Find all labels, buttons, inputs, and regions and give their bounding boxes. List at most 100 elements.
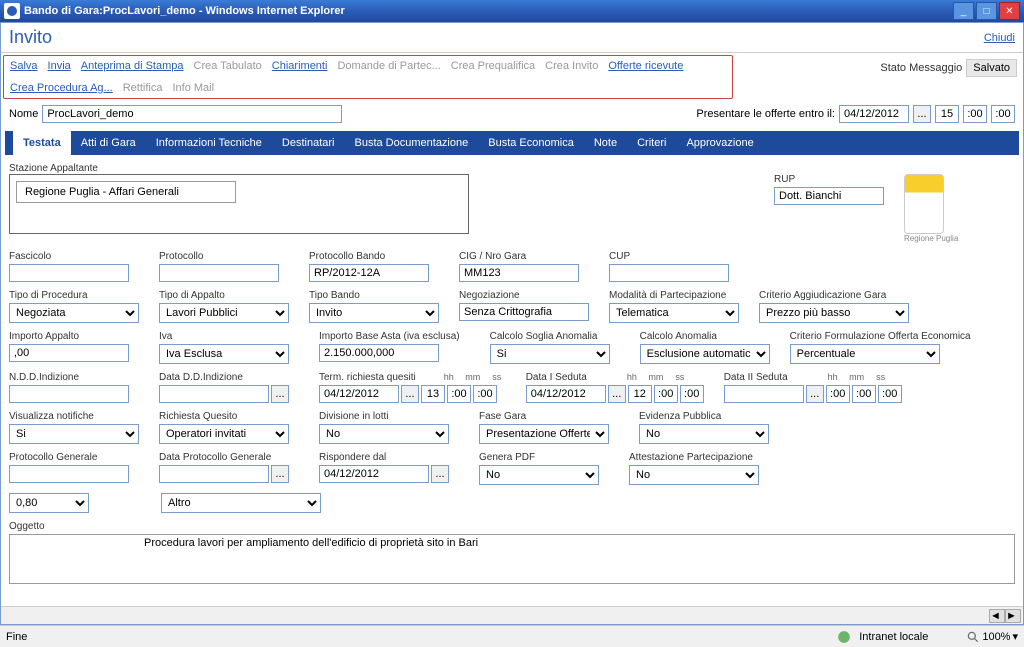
modalita-select[interactable]: Telematica bbox=[609, 303, 739, 323]
cmd-anteprima[interactable]: Anteprima di Stampa bbox=[81, 60, 184, 72]
importo-appalto-input[interactable] bbox=[9, 344, 129, 362]
cmd-crea-tabulato: Crea Tabulato bbox=[194, 60, 262, 72]
data-i-seduta-ss[interactable] bbox=[680, 385, 704, 403]
cmd-crea-procedura[interactable]: Crea Procedura Ag... bbox=[10, 82, 113, 94]
tab-criteri[interactable]: Criteri bbox=[627, 131, 676, 155]
unk2-select[interactable]: Altro bbox=[161, 493, 321, 513]
protocollo-label: Protocollo bbox=[159, 251, 279, 262]
offerte-ss-input[interactable] bbox=[991, 105, 1015, 123]
cig-input[interactable] bbox=[459, 264, 579, 282]
fascicolo-input[interactable] bbox=[9, 264, 129, 282]
data-protocollo-gen-input[interactable] bbox=[159, 465, 269, 483]
fase-gara-select[interactable]: Presentazione Offerte bbox=[479, 424, 609, 444]
iva-select[interactable]: Iva Esclusa bbox=[159, 344, 289, 364]
protocollo-gen-input[interactable] bbox=[9, 465, 129, 483]
data-dd-picker-button[interactable]: ... bbox=[271, 385, 289, 403]
visualizza-select[interactable]: Si bbox=[9, 424, 139, 444]
cmd-salva[interactable]: Salva bbox=[10, 60, 38, 72]
term-quesiti-ss[interactable] bbox=[473, 385, 497, 403]
tab-atti[interactable]: Atti di Gara bbox=[71, 131, 146, 155]
importo-base-label: Importo Base Asta (iva esclusa) bbox=[319, 331, 460, 342]
ndd-label: N.D.D.Indizione bbox=[9, 372, 129, 383]
tab-info[interactable]: Informazioni Tecniche bbox=[146, 131, 272, 155]
calcolo-anomalia-label: Calcolo Anomalia bbox=[640, 331, 770, 342]
evidenza-select[interactable]: No bbox=[639, 424, 769, 444]
cmd-rettifica: Rettifica bbox=[123, 82, 163, 94]
importo-base-input[interactable] bbox=[319, 344, 439, 362]
cmd-invia[interactable]: Invia bbox=[48, 60, 71, 72]
negoziazione-label: Negoziazione bbox=[459, 290, 589, 301]
logo-caption: Regione Puglia bbox=[904, 234, 958, 243]
data-i-seduta-date[interactable] bbox=[526, 385, 606, 403]
cup-input[interactable] bbox=[609, 264, 729, 282]
iva-label: Iva bbox=[159, 331, 289, 342]
status-messaggio-label: Stato Messaggio bbox=[880, 62, 962, 74]
calcolo-anomalia-select[interactable]: Esclusione automatica bbox=[640, 344, 770, 364]
data-protocollo-gen-picker-button[interactable]: ... bbox=[271, 465, 289, 483]
criterio-agg-select[interactable]: Prezzo più basso bbox=[759, 303, 909, 323]
calcolo-soglia-select[interactable]: Si bbox=[490, 344, 610, 364]
offerte-hh-input[interactable] bbox=[935, 105, 959, 123]
horizontal-scrollbar[interactable]: ◄ ► bbox=[1, 606, 1023, 624]
rispondere-dal-label: Rispondere dal bbox=[319, 452, 449, 463]
rup-input[interactable] bbox=[774, 187, 884, 205]
evidenza-label: Evidenza Pubblica bbox=[639, 411, 769, 422]
window-titlebar: Bando di Gara:ProcLavori_demo - Windows … bbox=[0, 0, 1024, 22]
regione-puglia-logo bbox=[904, 174, 944, 234]
maximize-button[interactable]: □ bbox=[976, 2, 997, 20]
tipo-bando-select[interactable]: Invito bbox=[309, 303, 439, 323]
data-i-seduta-hh[interactable] bbox=[628, 385, 652, 403]
data-ii-seduta-date[interactable] bbox=[724, 385, 804, 403]
cup-label: CUP bbox=[609, 251, 729, 262]
tipo-procedura-select[interactable]: Negoziata bbox=[9, 303, 139, 323]
zoom-dropdown-icon[interactable]: ▾ bbox=[1012, 630, 1018, 643]
tab-approvazione[interactable]: Approvazione bbox=[676, 131, 763, 155]
scroll-right-button[interactable]: ► bbox=[1005, 609, 1021, 623]
close-button[interactable]: ✕ bbox=[999, 2, 1020, 20]
tab-note[interactable]: Note bbox=[584, 131, 627, 155]
data-i-seduta-mm[interactable] bbox=[654, 385, 678, 403]
attestazione-select[interactable]: No bbox=[629, 465, 759, 485]
unk1-select[interactable]: 0,80 bbox=[9, 493, 89, 513]
cmd-chiarimenti[interactable]: Chiarimenti bbox=[272, 60, 328, 72]
close-link[interactable]: Chiudi bbox=[984, 32, 1015, 44]
term-quesiti-date[interactable] bbox=[319, 385, 399, 403]
protocollo-bando-input[interactable] bbox=[309, 264, 429, 282]
rispondere-dal-input[interactable] bbox=[319, 465, 429, 483]
ndd-input[interactable] bbox=[9, 385, 129, 403]
protocollo-bando-label: Protocollo Bando bbox=[309, 251, 429, 262]
negoziazione-input[interactable] bbox=[459, 303, 589, 321]
data-dd-input[interactable] bbox=[159, 385, 269, 403]
divisione-select[interactable]: No bbox=[319, 424, 449, 444]
scroll-left-button[interactable]: ◄ bbox=[989, 609, 1005, 623]
criterio-form-select[interactable]: Percentuale bbox=[790, 344, 940, 364]
rispondere-dal-picker-button[interactable]: ... bbox=[431, 465, 449, 483]
genera-pdf-select[interactable]: No bbox=[479, 465, 599, 485]
richiesta-label: Richiesta Quesito bbox=[159, 411, 289, 422]
richiesta-select[interactable]: Operatori invitati bbox=[159, 424, 289, 444]
term-quesiti-picker-button[interactable]: ... bbox=[401, 385, 419, 403]
data-ii-seduta-ss[interactable] bbox=[878, 385, 902, 403]
minimize-button[interactable]: _ bbox=[953, 2, 974, 20]
tab-testata[interactable]: Testata bbox=[13, 131, 71, 155]
data-protocollo-gen-label: Data Protocollo Generale bbox=[159, 452, 289, 463]
protocollo-input[interactable] bbox=[159, 264, 279, 282]
calcolo-soglia-label: Calcolo Soglia Anomalia bbox=[490, 331, 610, 342]
tab-busta-eco[interactable]: Busta Economica bbox=[478, 131, 584, 155]
term-quesiti-mm[interactable] bbox=[447, 385, 471, 403]
tab-busta-doc[interactable]: Busta Documentazione bbox=[345, 131, 479, 155]
term-quesiti-hh[interactable] bbox=[421, 385, 445, 403]
cmd-offerte-ricevute[interactable]: Offerte ricevute bbox=[608, 60, 683, 72]
offerte-mm-input[interactable] bbox=[963, 105, 987, 123]
stazione-value: Regione Puglia - Affari Generali bbox=[16, 181, 236, 203]
data-ii-seduta-hh[interactable] bbox=[826, 385, 850, 403]
oggetto-textarea[interactable]: Procedura lavori per ampliamento dell'ed… bbox=[9, 534, 1015, 584]
offerte-date-input[interactable] bbox=[839, 105, 909, 123]
offerte-date-picker-button[interactable]: ... bbox=[913, 105, 931, 123]
data-ii-seduta-mm[interactable] bbox=[852, 385, 876, 403]
tab-destinatari[interactable]: Destinatari bbox=[272, 131, 345, 155]
data-i-seduta-picker-button[interactable]: ... bbox=[608, 385, 626, 403]
data-ii-seduta-picker-button[interactable]: ... bbox=[806, 385, 824, 403]
nome-input[interactable] bbox=[42, 105, 342, 123]
tipo-appalto-select[interactable]: Lavori Pubblici bbox=[159, 303, 289, 323]
